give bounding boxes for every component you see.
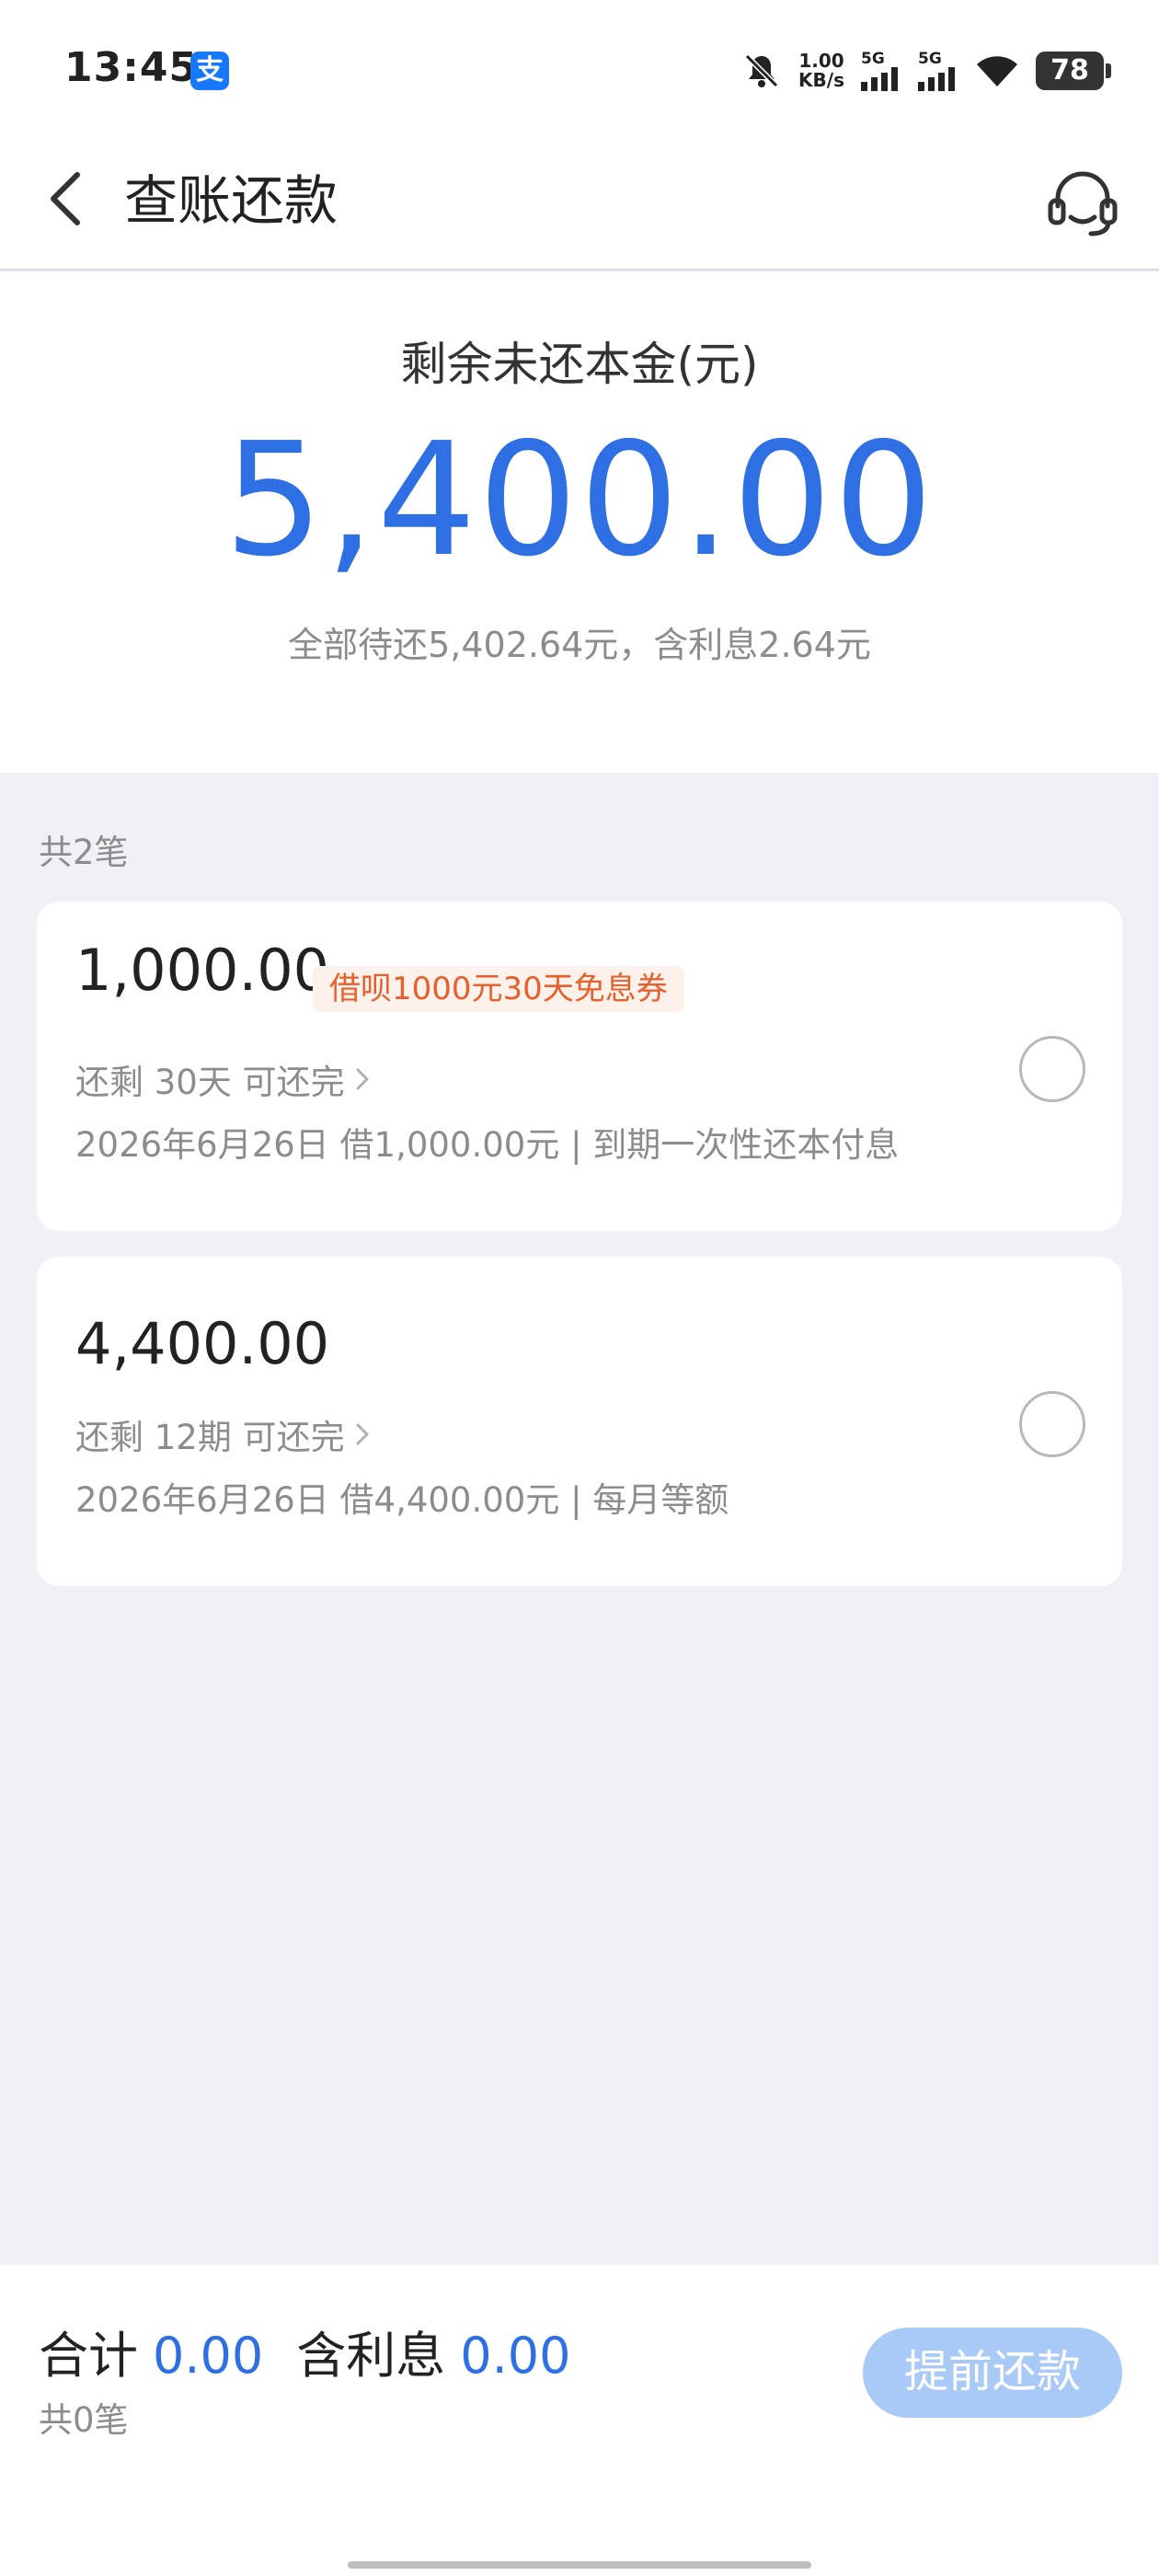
loan-info: 2026年6月26日 借4,400.00元 | 每月等额 [75,1480,729,1520]
loan-card[interactable]: 1,000.00 借呗1000元30天免息券 还剩 30天 可还完 2026年6… [37,902,1122,1231]
status-bar: 13:45 支 1.00 KB/s 5G 5G 78 [0,0,1159,138]
total-value: 0.00 [153,2327,264,2385]
page-title: 查账还款 [124,169,339,232]
remaining-term-link[interactable]: 还剩 30天 可还完 [75,1054,374,1104]
repayment-page: 13:45 支 1.00 KB/s 5G 5G 78 查账还款 剩余未还本金(元… [0,0,1159,2576]
loan-amount: 4,400.00 [75,1310,330,1377]
status-time: 13:45 [64,44,199,91]
signal-bars-icon [918,66,955,91]
bottom-action-bar: 合计 0.00 含利息 0.00 共0笔 提前还款 [0,2265,1159,2576]
sim2-signal: 5G [918,49,958,91]
battery-indicator: 78 [1036,52,1111,90]
sim1-label: 5G [861,49,885,68]
wifi-icon [977,56,1017,86]
total-due-detail: 全部待还5,402.64元，含利息2.64元 [288,625,871,665]
top-nav-bar: 查账还款 [0,138,1159,270]
principal-summary: 剩余未还本金(元) 5,400.00 全部待还5,402.64元，含利息2.64… [0,272,1159,773]
sim1-signal: 5G [861,49,901,91]
remaining-term-text: 还剩 30天 可还完 [75,1063,345,1102]
status-icons: 1.00 KB/s 5G 5G 78 [741,48,1111,94]
sim2-label: 5G [918,49,942,68]
remaining-term-link[interactable]: 还剩 12期 可还完 [75,1409,374,1459]
alipay-notification-icon: 支 [190,52,229,90]
chevron-right-icon [356,1423,369,1445]
network-speed: 1.00 KB/s [798,52,844,90]
home-indicator[interactable] [348,2561,811,2569]
select-radio[interactable] [1019,1391,1085,1457]
interest-value: 0.00 [460,2327,571,2385]
net-speed-value: 1.00 [798,50,844,72]
signal-bars-icon [861,66,898,91]
coupon-badge: 借呗1000元30天免息券 [313,966,684,1012]
loan-amount: 1,000.00 [75,937,330,1004]
total-label: 合计 [39,2327,138,2385]
loan-count-label: 共2笔 [39,833,129,872]
chevron-left-icon[interactable] [33,162,107,236]
total-row: 合计 0.00 含利息 0.00 [39,2315,603,2387]
loan-info: 2026年6月26日 借1,000.00元 | 到期一次性还本付息 [75,1125,900,1165]
loan-card[interactable]: 4,400.00 还剩 12期 可还完 2026年6月26日 借4,400.00… [37,1257,1122,1586]
interest-label: 含利息 [296,2327,446,2385]
mute-bell-icon [744,53,779,88]
remaining-principal-label: 剩余未还本金(元) [400,338,759,391]
net-speed-unit: KB/s [798,69,844,91]
chevron-right-icon [356,1068,369,1090]
selected-count: 共0笔 [39,2400,129,2440]
prepay-button[interactable]: 提前还款 [863,2328,1122,2418]
remaining-principal-amount: 5,400.00 [224,409,935,592]
headset-icon[interactable] [1041,162,1124,245]
remaining-term-text: 还剩 12期 可还完 [75,1418,345,1457]
select-radio[interactable] [1019,1036,1085,1102]
